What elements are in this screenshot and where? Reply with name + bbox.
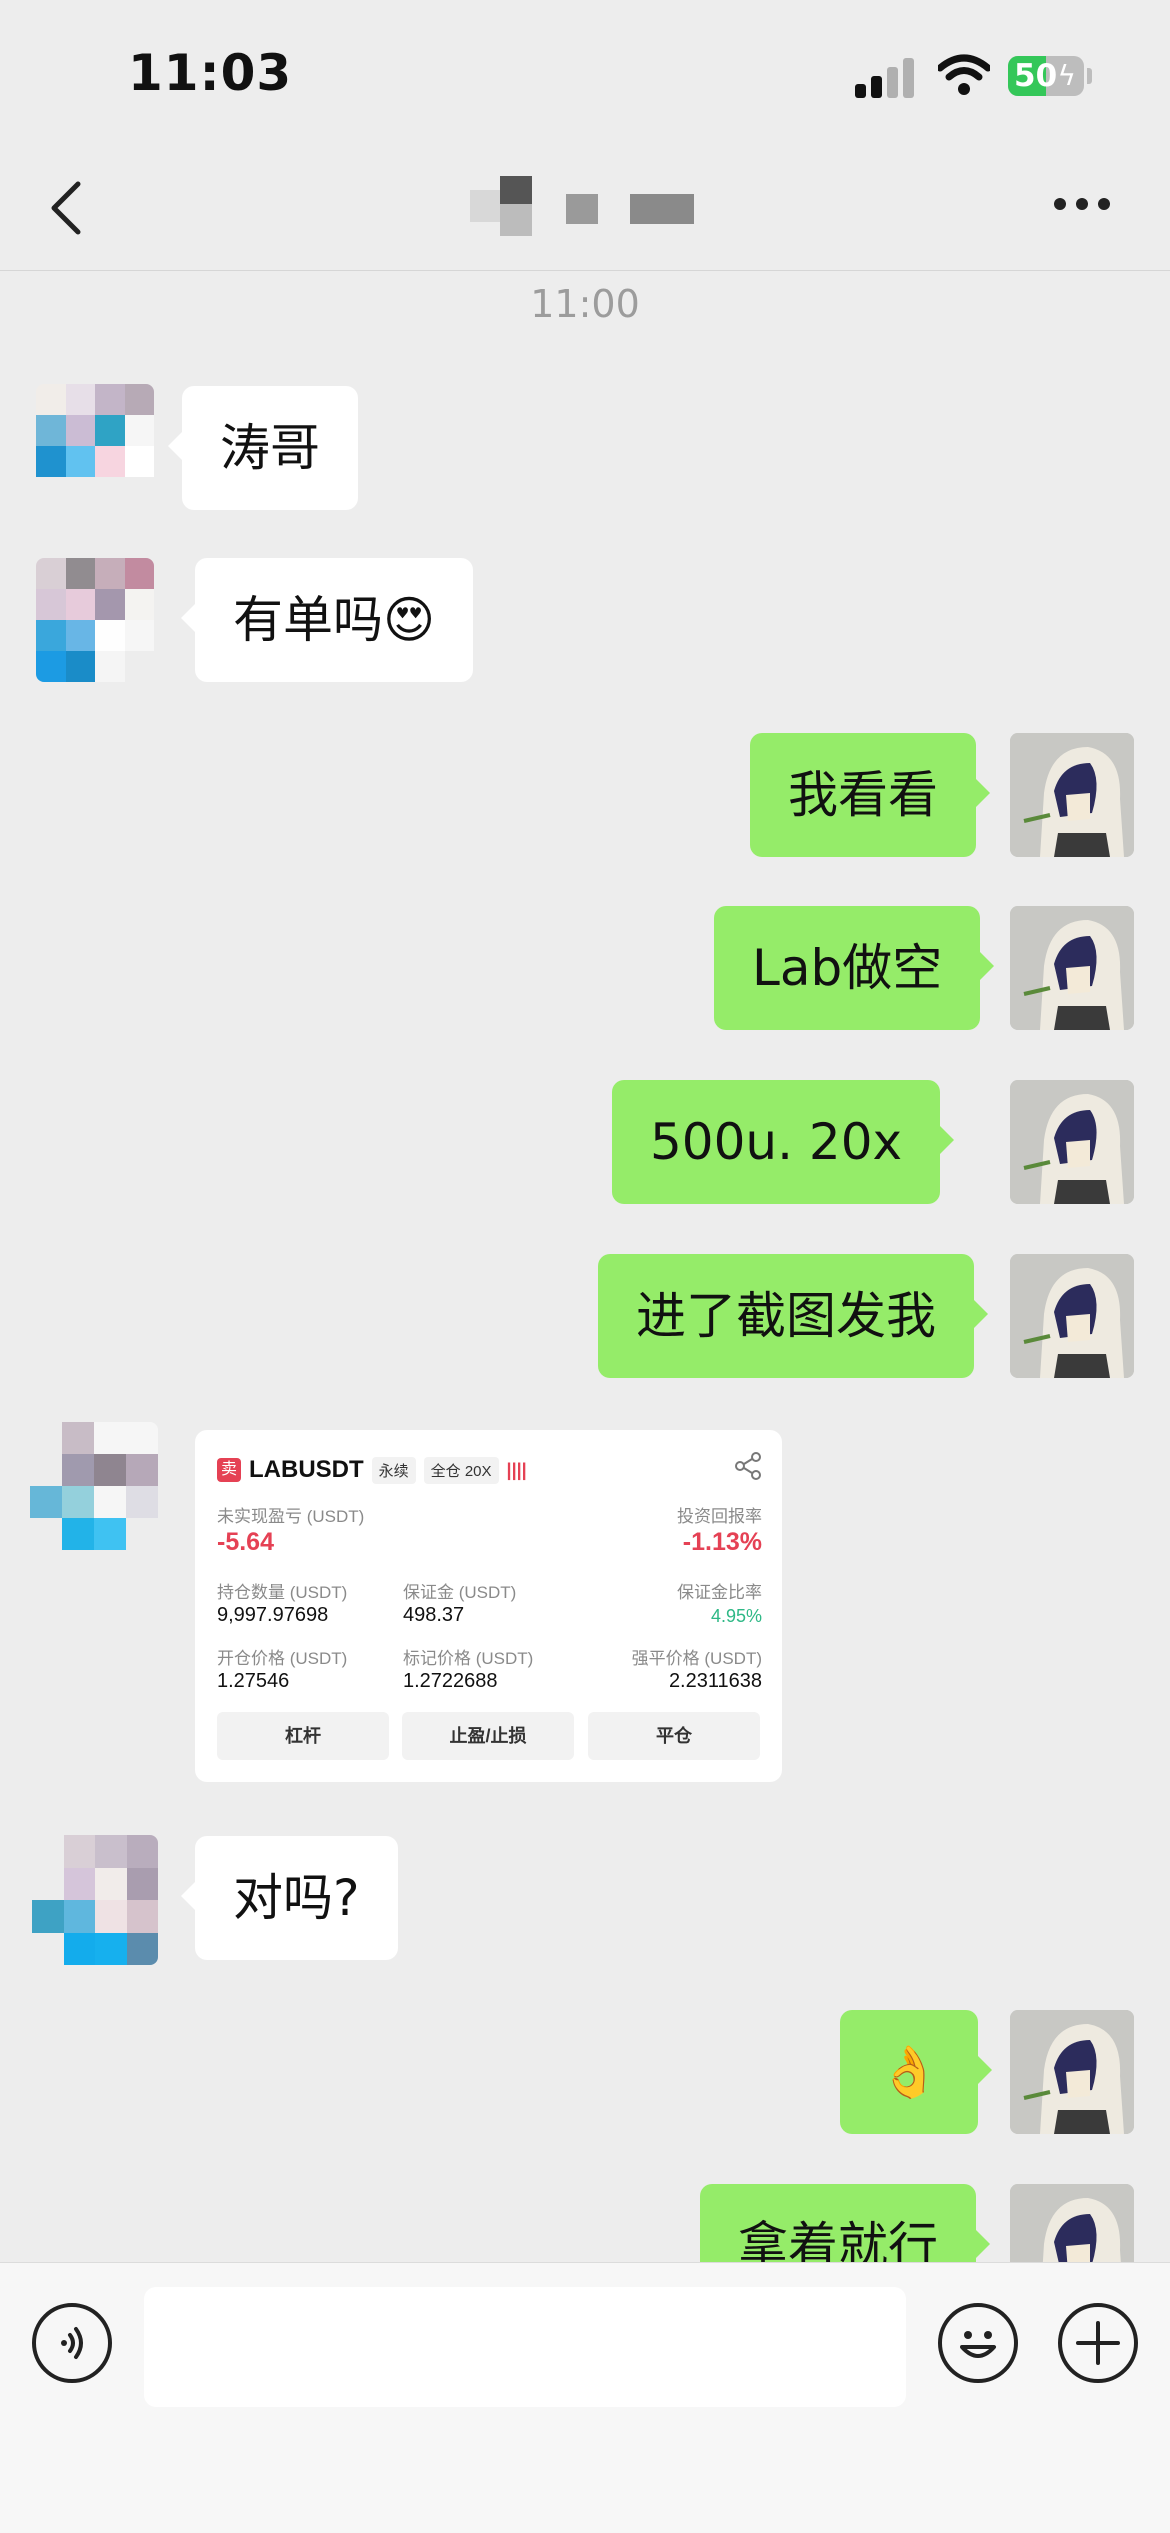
cellular-signal-icon <box>855 58 915 98</box>
position-size-label: 持仓数量 (USDT) <box>217 1583 348 1602</box>
smile-icon[interactable] <box>938 2303 1018 2383</box>
message-input[interactable] <box>144 2287 906 2407</box>
liq-price: 2.2311638 <box>668 1670 762 1692</box>
leverage-button[interactable]: 杠杆 <box>217 1712 389 1760</box>
margin-value: 498.37 <box>403 1604 465 1626</box>
contact-avatar[interactable] <box>32 1835 158 1965</box>
contact-avatar[interactable] <box>36 384 154 508</box>
my-avatar[interactable] <box>1010 1254 1134 1378</box>
contact-avatar[interactable] <box>36 558 154 682</box>
message-bubble-incoming[interactable]: 有单吗😍 <box>180 558 474 682</box>
mark-price: 1.2722688 <box>403 1670 498 1692</box>
chat-input-bar <box>0 2262 1170 2533</box>
margin-ratio: 4.95% <box>710 1606 762 1626</box>
entry-price-label: 开仓价格 (USDT) <box>217 1649 348 1668</box>
trade-symbol: LABUSDT <box>249 1456 364 1483</box>
contact-avatar[interactable] <box>30 1422 158 1550</box>
margin-mode: 全仓 20X <box>423 1456 499 1484</box>
chevron-left-icon[interactable] <box>46 178 86 238</box>
mark-price-label: 标记价格 (USDT) <box>403 1649 534 1668</box>
trade-screenshot-card[interactable]: 卖 LABUSDT 永续 全仓 20X |||| 未实现盈亏 (USDT) -5… <box>195 1430 782 1782</box>
unrealized-pnl-label: 未实现盈亏 (USDT) <box>217 1507 365 1526</box>
my-avatar[interactable] <box>1010 906 1134 1030</box>
battery-percent: 50 <box>1014 58 1058 94</box>
roi-label: 投资回报率 <box>677 1507 762 1526</box>
message-bubble-outgoing[interactable]: 我看看 <box>750 733 990 857</box>
my-avatar[interactable] <box>1010 2010 1134 2134</box>
more-options-icon[interactable] <box>1054 198 1114 214</box>
message-bubble-outgoing[interactable]: 500u. 20x <box>612 1080 955 1204</box>
message-bubble-outgoing[interactable]: 👌 <box>840 2010 993 2134</box>
plus-icon[interactable] <box>1058 2303 1138 2383</box>
my-avatar[interactable] <box>1010 733 1134 857</box>
tp-sl-button[interactable]: 止盈/止损 <box>402 1712 574 1760</box>
voice-icon[interactable] <box>32 2303 112 2383</box>
wifi-icon <box>938 54 990 95</box>
card-header: 卖 LABUSDT 永续 全仓 20X |||| <box>217 1452 527 1488</box>
battery-icon: 50 ϟ <box>1008 56 1084 96</box>
signal-bars-icon: |||| <box>506 1459 527 1480</box>
message-bubble-outgoing[interactable]: 进了截图发我 <box>598 1254 988 1378</box>
margin-ratio-label: 保证金比率 <box>677 1583 762 1602</box>
sell-tag: 卖 <box>217 1458 241 1482</box>
close-position-button[interactable]: 平仓 <box>588 1712 760 1760</box>
entry-price: 1.27546 <box>217 1670 290 1692</box>
status-bar: 11:03 50 ϟ <box>0 0 1170 150</box>
share-icon <box>735 1452 761 1480</box>
margin-label: 保证金 (USDT) <box>403 1583 517 1602</box>
chat-header <box>0 150 1170 271</box>
message-bubble-incoming[interactable]: 涛哥 <box>168 386 358 510</box>
position-size: 9,997.97698 <box>217 1604 329 1626</box>
status-time: 11:03 <box>128 44 293 102</box>
liq-price-label: 强平价格 (USDT) <box>631 1649 762 1668</box>
my-avatar[interactable] <box>1010 1080 1134 1204</box>
message-timestamp: 11:00 <box>530 282 640 326</box>
contract-type: 永续 <box>371 1456 416 1484</box>
unrealized-pnl: -5.64 <box>217 1528 274 1556</box>
message-bubble-incoming[interactable]: 对吗? <box>181 1836 398 1960</box>
contact-name-pixelated <box>470 172 700 242</box>
message-bubble-outgoing[interactable]: Lab做空 <box>714 906 995 1030</box>
roi-value: -1.13% <box>682 1528 762 1556</box>
